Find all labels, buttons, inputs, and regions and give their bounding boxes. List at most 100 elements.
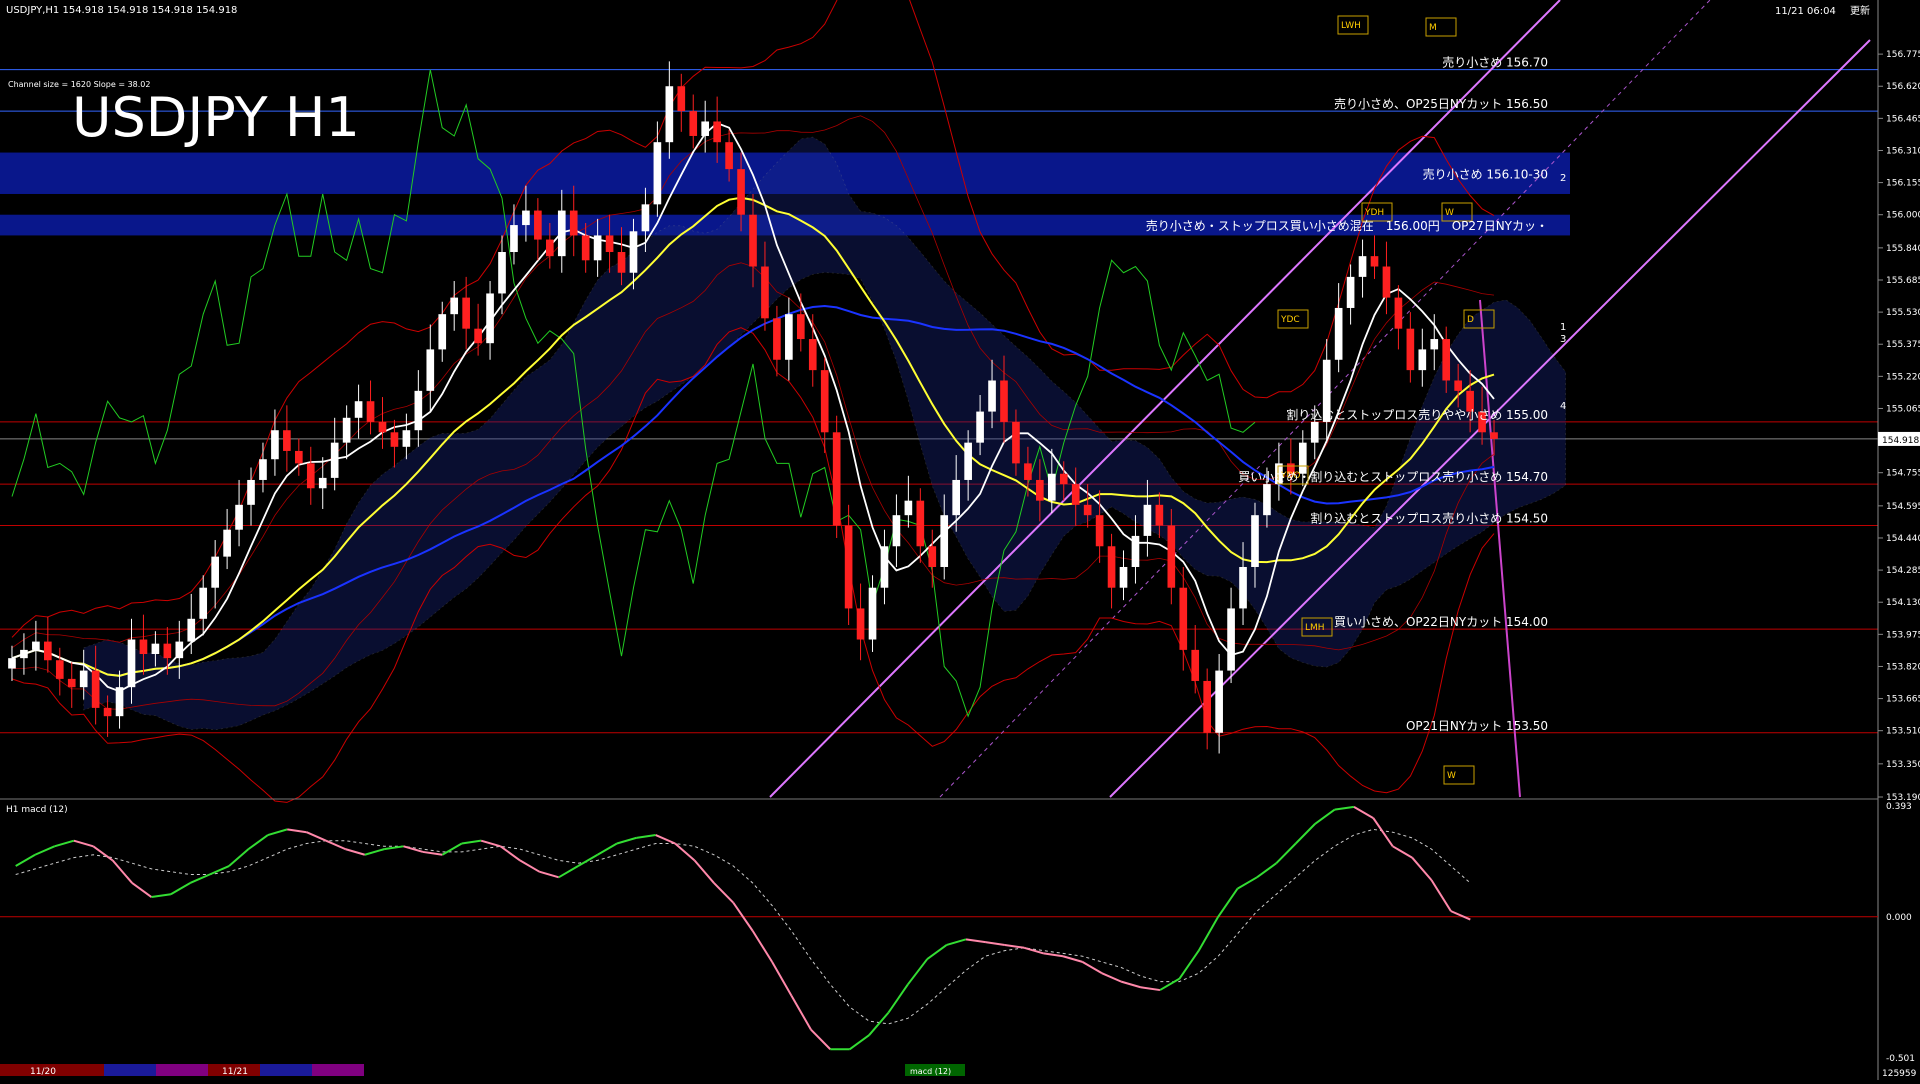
candle-body [1119, 566, 1128, 588]
candle-body [868, 587, 877, 640]
candle-body [761, 266, 769, 319]
session-block [312, 1064, 364, 1076]
candle-body [677, 86, 686, 112]
candle-body [378, 421, 387, 433]
price-tick-label: 156.775 [1886, 50, 1920, 60]
candle-body [306, 463, 315, 489]
macd-title: H1 macd (12) [6, 805, 68, 815]
price-tick-label: 154.285 [1886, 566, 1920, 576]
session-block [260, 1064, 312, 1076]
candle-body [916, 500, 925, 547]
macd-tick-label: 0.000 [1886, 913, 1912, 923]
candle-body [510, 225, 518, 253]
candle-body [79, 670, 88, 688]
price-tick-label: 153.820 [1886, 662, 1920, 672]
price-line-label-5: 買い小さめ、OP22日NYカット 154.00 [1334, 615, 1548, 629]
candle-body [20, 649, 28, 659]
big-title: USDJPY H1 [72, 86, 360, 149]
candle-body [1251, 515, 1259, 567]
candle-body [175, 641, 184, 659]
candle-body [545, 239, 554, 257]
price-tick-label: 154.755 [1886, 469, 1920, 479]
candle-body [354, 401, 363, 418]
candle-body [330, 442, 339, 478]
candle-body [103, 707, 112, 717]
price-tick-label: 156.000 [1886, 211, 1920, 221]
candle-body [127, 639, 136, 688]
candle-body [689, 111, 698, 136]
zone-label-0: 売り小さめ 156.10-30 [1423, 166, 1548, 181]
candle-body [271, 430, 279, 460]
candle-body [928, 546, 937, 567]
candle-body [569, 210, 578, 236]
candle-body [402, 430, 411, 447]
candle-body [1346, 276, 1355, 308]
candle-body [294, 450, 303, 464]
candle-body [474, 328, 482, 344]
chart-canvas[interactable]: LWH MYDH WYDCYDODLMHW2134 売り小さめ 156.70売り小さ… [0, 0, 1920, 1080]
price-line-label-3: 買い小さめ・割り込むとストップロス売り小さめ 154.70 [1238, 469, 1548, 484]
candle-body [1047, 473, 1056, 501]
candle-body [426, 349, 435, 391]
candle-body [1167, 525, 1176, 588]
candle-body [737, 169, 745, 215]
candle-body [1334, 307, 1343, 360]
candle-body [785, 314, 793, 360]
candle-body [1071, 484, 1080, 505]
candle-body [880, 546, 889, 588]
candle-body [593, 235, 602, 261]
candle-body [67, 678, 76, 688]
candle-body [1095, 515, 1104, 547]
candle-body [1191, 649, 1200, 681]
price-tick-label: 154.440 [1886, 534, 1920, 544]
candle-body [856, 608, 865, 640]
candle-body [1155, 504, 1164, 526]
mt4-chart-window: LWH M YDH W YDC YDO D LMH W 2 1 3 4 売り小さめ 156.70 売り小さ… [0, 0, 1920, 1080]
price-tick-label: 155.840 [1886, 244, 1920, 254]
session-block [104, 1064, 156, 1076]
price-tick-label: 153.665 [1886, 695, 1920, 705]
candle-body [223, 529, 231, 557]
session-block [156, 1064, 208, 1076]
candle-body [1454, 380, 1462, 391]
candle-body [964, 442, 972, 480]
candle-body [749, 214, 757, 267]
price-tick-label: 153.975 [1886, 630, 1920, 640]
current-price-label: 154.918 [1882, 436, 1919, 446]
candle-body [32, 641, 40, 650]
candle-body [701, 121, 710, 136]
price-tick-label: 154.130 [1886, 598, 1920, 608]
channel-number-4: 4 [1560, 401, 1566, 412]
candle-body [988, 380, 996, 412]
candle-body [498, 252, 506, 294]
candle-body [952, 479, 961, 516]
price-tick-label: 156.155 [1886, 179, 1920, 189]
price-tick-label: 156.465 [1886, 114, 1920, 124]
candle-body [1179, 587, 1188, 650]
candle-body [1394, 297, 1403, 329]
candle-body [1059, 473, 1068, 485]
candle-body [617, 252, 626, 273]
candle-body [1107, 546, 1116, 588]
candle-body [235, 504, 243, 530]
candle-body [892, 515, 901, 547]
session-block [52, 1064, 104, 1076]
macd-tick-label: 0.393 [1886, 802, 1912, 812]
candle-body [534, 210, 542, 240]
level-tag-w: W [1445, 208, 1454, 218]
candle-body [629, 231, 638, 273]
candle-body [1310, 421, 1319, 443]
price-line-label-0: 売り小さめ 156.70 [1442, 55, 1548, 70]
price-line-label-2: 割り込むとストップロス売りやや小さめ 155.00 [1286, 407, 1548, 422]
channel-number-1: 1 [1560, 322, 1566, 333]
candle-body [1036, 479, 1044, 501]
candle-body [438, 314, 447, 350]
candle-body [904, 500, 913, 516]
level-tag-ydc: YDC [1280, 315, 1300, 325]
level-tag-m: M [1429, 23, 1437, 33]
price-tick-label: 155.530 [1886, 308, 1920, 318]
candle-body [44, 641, 52, 661]
candle-body [91, 670, 100, 708]
level-tag-w: W [1447, 771, 1456, 781]
price-line-label-6: OP21日NYカット 153.50 [1406, 719, 1548, 733]
